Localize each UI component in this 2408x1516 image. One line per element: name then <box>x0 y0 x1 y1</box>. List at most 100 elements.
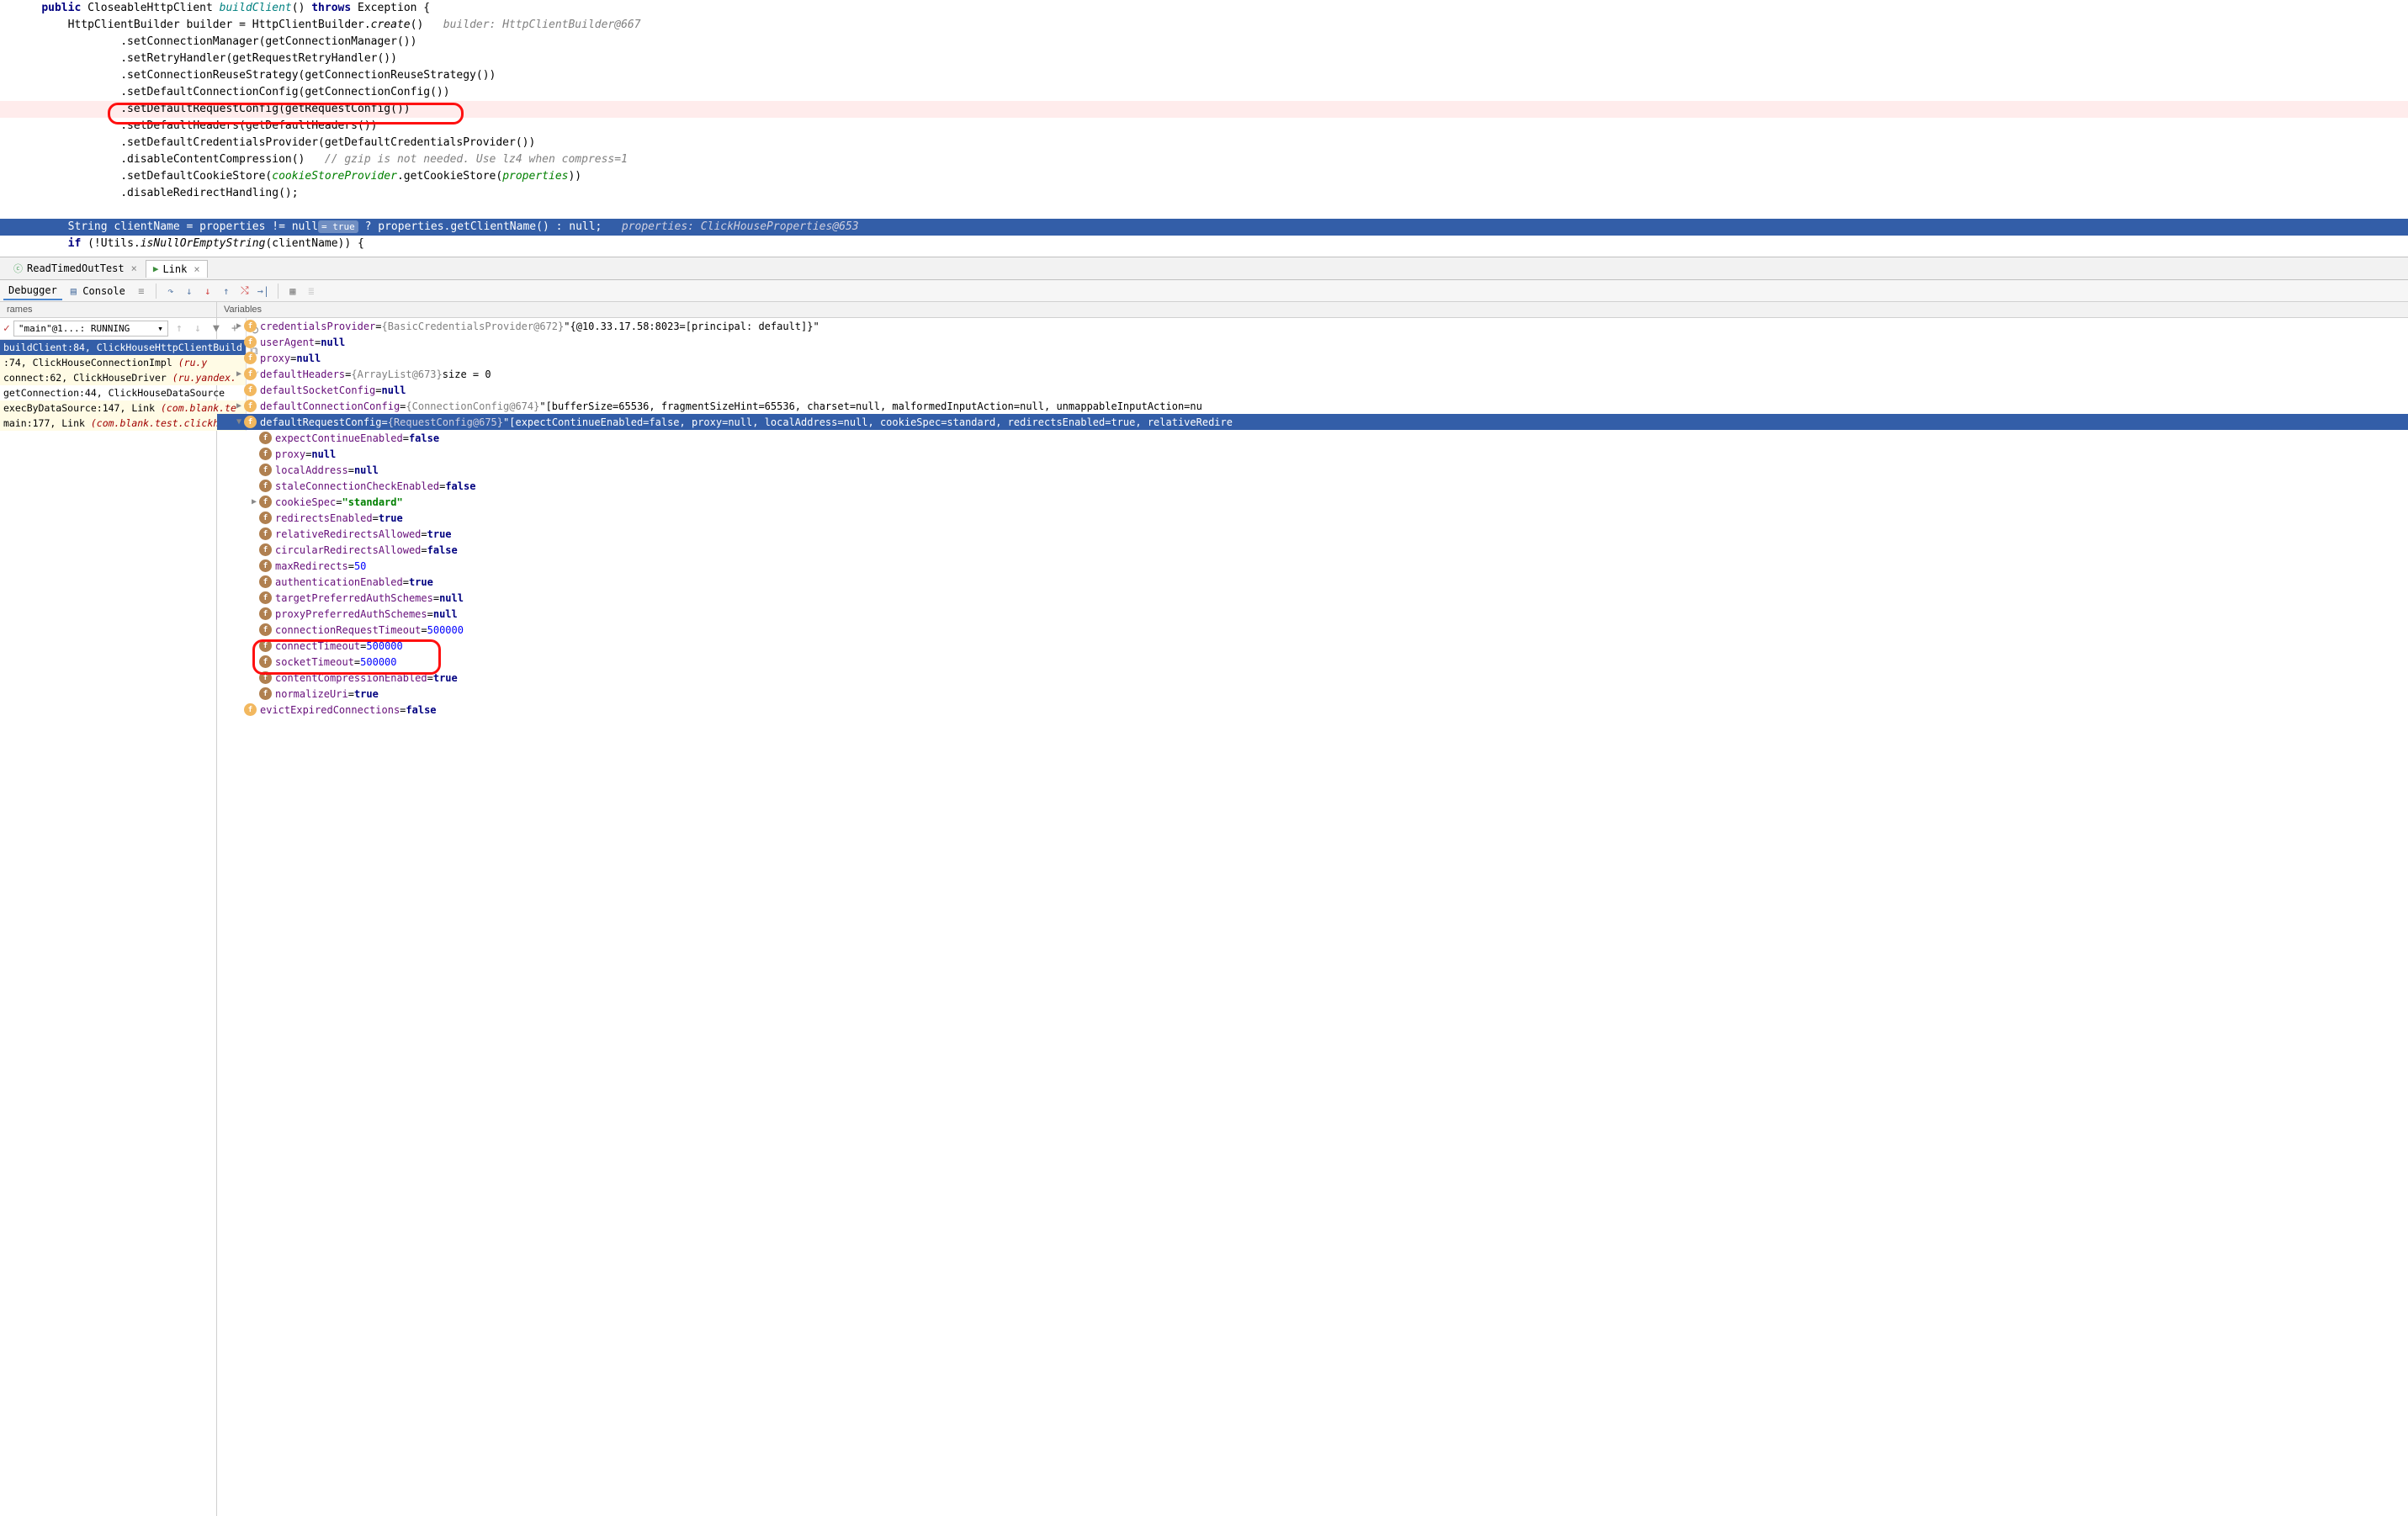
field-icon: f <box>259 559 272 572</box>
code-line-highlighted[interactable]: .setDefaultRequestConfig(getRequestConfi… <box>0 101 2408 118</box>
code-line[interactable]: .setConnectionManager(getConnectionManag… <box>0 34 2408 50</box>
code-line[interactable]: .disableRedirectHandling(); <box>0 185 2408 202</box>
drop-frame-icon[interactable]: ⤭ <box>237 284 252 299</box>
variable-row[interactable]: ftargetPreferredAuthSchemes = null <box>217 590 2408 606</box>
field-icon: f <box>259 623 272 636</box>
frames-panel: rames ✓ "main"@1...: RUNNING▾ ↑ ↓ ▼ + bu… <box>0 302 217 1516</box>
expand-icon[interactable]: ▶ <box>234 369 244 379</box>
close-icon[interactable]: × <box>194 263 199 275</box>
stack-frame[interactable]: connect:62, ClickHouseDriver (ru.yandex. <box>0 370 246 385</box>
variable-row[interactable]: fcircularRedirectsAllowed = false <box>217 542 2408 558</box>
thread-icon: ✓ <box>3 322 10 335</box>
variable-row[interactable]: fredirectsEnabled = true <box>217 510 2408 526</box>
code-line[interactable]: public CloseableHttpClient buildClient()… <box>0 0 2408 17</box>
code-line-current[interactable]: String clientName = properties != null= … <box>0 219 2408 236</box>
step-into-icon[interactable]: ↓ <box>182 284 197 299</box>
stack-frame[interactable]: :74, ClickHouseConnectionImpl (ru.y <box>0 355 246 370</box>
tab-readtimedouttest[interactable]: ⓒ ReadTimedOutTest × <box>7 259 144 278</box>
field-icon: f <box>259 639 272 652</box>
variable-name: connectTimeout <box>275 640 360 652</box>
stack-frame[interactable]: buildClient:84, ClickHouseHttpClientBuil… <box>0 340 246 355</box>
variable-name: localAddress <box>275 464 348 476</box>
field-icon: f <box>259 543 272 556</box>
variable-name: connectionRequestTimeout <box>275 624 421 636</box>
variable-name: proxy <box>260 352 290 364</box>
variable-row[interactable]: ▼fdefaultRequestConfig = {RequestConfig@… <box>217 414 2408 430</box>
variable-row[interactable]: fstaleConnectionCheckEnabled = false <box>217 478 2408 494</box>
variable-name: userAgent <box>260 337 315 348</box>
tab-label: ReadTimedOutTest <box>27 262 125 274</box>
stack-frame[interactable]: getConnection:44, ClickHouseDataSource <box>0 385 246 400</box>
step-over-icon[interactable]: ↷ <box>163 284 178 299</box>
variable-row[interactable]: fexpectContinueEnabled = false <box>217 430 2408 446</box>
field-icon: f <box>259 591 272 604</box>
editor-pane[interactable]: public CloseableHttpClient buildClient()… <box>0 0 2408 257</box>
code-line[interactable]: if (!Utils.isNullOrEmptyString(clientNam… <box>0 236 2408 252</box>
console-tab[interactable]: ▤ Console <box>66 283 130 299</box>
variable-row[interactable]: fconnectTimeout = 500000 <box>217 638 2408 654</box>
stack-frame[interactable]: main:177, Link (com.blank.test.clickhous… <box>0 416 246 431</box>
expand-icon[interactable]: ▼ <box>234 417 244 427</box>
code-line[interactable]: .setDefaultHeaders(getDefaultHeaders()) <box>0 118 2408 135</box>
next-frame-icon[interactable]: ↓ <box>190 321 205 337</box>
expand-icon[interactable]: ▶ <box>234 321 244 331</box>
variable-name: relativeRedirectsAllowed <box>275 528 421 540</box>
step-out-icon[interactable]: ↑ <box>219 284 234 299</box>
variable-row[interactable]: fuserAgent = null <box>217 334 2408 350</box>
code-line[interactable]: .setDefaultConnectionConfig(getConnectio… <box>0 84 2408 101</box>
field-icon: f <box>259 432 272 444</box>
field-icon: f <box>259 687 272 700</box>
variable-row[interactable]: fnormalizeUri = true <box>217 686 2408 702</box>
variable-row[interactable]: fproxy = null <box>217 350 2408 366</box>
run-to-cursor-icon[interactable]: →| <box>256 284 271 299</box>
tab-link[interactable]: ▶ Link × <box>146 260 208 278</box>
variables-header: Variables <box>217 302 2408 318</box>
variable-row[interactable]: fdefaultSocketConfig = null <box>217 382 2408 398</box>
field-icon: f <box>259 671 272 684</box>
evaluate-icon[interactable]: ▦ <box>285 284 300 299</box>
variable-row[interactable]: fcontentCompressionEnabled = true <box>217 670 2408 686</box>
variable-row[interactable]: fmaxRedirects = 50 <box>217 558 2408 574</box>
field-icon: f <box>259 464 272 476</box>
code-line[interactable]: .setConnectionReuseStrategy(getConnectio… <box>0 67 2408 84</box>
field-icon: f <box>244 352 257 364</box>
force-step-into-icon[interactable]: ↓ <box>200 284 215 299</box>
expand-icon[interactable]: ▶ <box>234 401 244 411</box>
code-line[interactable]: .setDefaultCookieStore(cookieStoreProvid… <box>0 168 2408 185</box>
thread-dump-icon[interactable]: ≡ <box>134 284 149 299</box>
variable-row[interactable]: fproxy = null <box>217 446 2408 462</box>
code-line[interactable]: .disableContentCompression() // gzip is … <box>0 151 2408 168</box>
run-icon: ▶ <box>153 263 159 274</box>
variable-row[interactable]: fauthenticationEnabled = true <box>217 574 2408 590</box>
variable-row[interactable]: flocalAddress = null <box>217 462 2408 478</box>
debugger-tab[interactable]: Debugger <box>3 282 62 300</box>
close-icon[interactable]: × <box>131 262 137 274</box>
frames-header: rames <box>0 302 216 318</box>
prev-frame-icon[interactable]: ↑ <box>172 321 187 337</box>
variable-row[interactable]: fproxyPreferredAuthSchemes = null <box>217 606 2408 622</box>
stack-frame[interactable]: execByDataSource:147, Link (com.blank.te <box>0 400 246 416</box>
variable-row[interactable]: ▶fcookieSpec = "standard" <box>217 494 2408 510</box>
trace-icon[interactable]: ≣ <box>304 284 319 299</box>
variable-row[interactable]: ▶fdefaultConnectionConfig = {ConnectionC… <box>217 398 2408 414</box>
variable-row[interactable]: frelativeRedirectsAllowed = true <box>217 526 2408 542</box>
code-line[interactable] <box>0 202 2408 219</box>
frames-list[interactable]: buildClient:84, ClickHouseHttpClientBuil… <box>0 340 246 431</box>
variables-tree[interactable]: ▶fcredentialsProvider = {BasicCredential… <box>217 318 2408 1516</box>
code-line[interactable]: .setDefaultCredentialsProvider(getDefaul… <box>0 135 2408 151</box>
field-icon: f <box>244 384 257 396</box>
variable-row[interactable]: fconnectionRequestTimeout = 500000 <box>217 622 2408 638</box>
variable-row[interactable]: fsocketTimeout = 500000 <box>217 654 2408 670</box>
variable-row[interactable]: fevictExpiredConnections = false <box>217 702 2408 718</box>
variable-name: defaultRequestConfig <box>260 416 382 428</box>
thread-dropdown[interactable]: "main"@1...: RUNNING▾ <box>13 321 168 337</box>
variable-row[interactable]: ▶fdefaultHeaders = {ArrayList@673} size … <box>217 366 2408 382</box>
code-line[interactable]: .setRetryHandler(getRequestRetryHandler(… <box>0 50 2408 67</box>
variable-row[interactable]: ▶fcredentialsProvider = {BasicCredential… <box>217 318 2408 334</box>
variable-name: normalizeUri <box>275 688 348 700</box>
variable-name: redirectsEnabled <box>275 512 373 524</box>
code-line[interactable]: HttpClientBuilder builder = HttpClientBu… <box>0 17 2408 34</box>
variable-name: staleConnectionCheckEnabled <box>275 480 439 492</box>
expand-icon[interactable]: ▶ <box>249 497 259 506</box>
variable-name: proxy <box>275 448 305 460</box>
